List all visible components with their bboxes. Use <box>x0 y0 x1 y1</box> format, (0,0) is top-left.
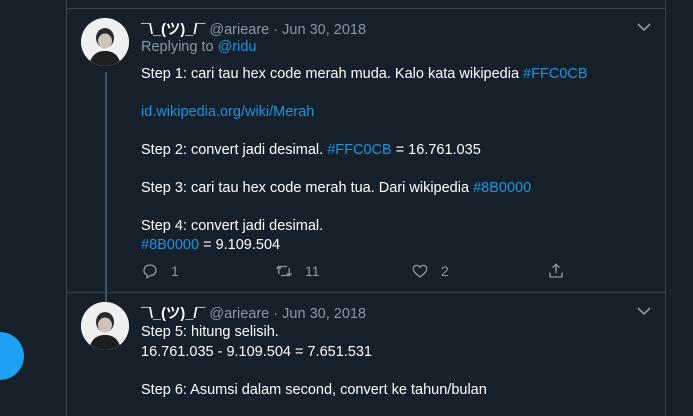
tweet-actions: 1 11 2 <box>141 262 563 282</box>
avatar[interactable] <box>81 302 129 350</box>
tweet-text-line: id.wikipedia.org/wiki/Merah <box>141 104 314 120</box>
tweet-header: ¯\_(ツ)_/¯ @arieare · Jun 30, 2018 <box>141 18 366 39</box>
like-button[interactable]: 2 <box>411 262 449 280</box>
divider <box>67 8 665 9</box>
avatar[interactable] <box>81 18 129 66</box>
hashtag-link[interactable]: #FFC0CB <box>523 66 587 82</box>
text: Step 1: cari tau hex code merah muda. Ka… <box>141 66 520 82</box>
tweet-text-line: Step 6: Asumsi dalam second, convert ke … <box>141 382 487 398</box>
tweet[interactable]: ¯\_(ツ)_/¯ @arieare · Jun 30, 2018 Step 5… <box>67 302 665 416</box>
share-icon <box>549 263 563 278</box>
tweet[interactable]: ¯\_(ツ)_/¯ @arieare · Jun 30, 2018 Replyi… <box>67 18 665 292</box>
handle[interactable]: @arieare <box>209 306 269 322</box>
like-icon <box>412 264 428 278</box>
url-link[interactable]: id.wikipedia.org/wiki/Merah <box>141 104 314 120</box>
display-name[interactable]: ¯\_(ツ)_/¯ <box>141 22 205 38</box>
retweet-count: 11 <box>305 263 320 279</box>
separator: · <box>273 22 279 38</box>
left-gutter <box>0 0 66 416</box>
divider <box>67 292 665 293</box>
tweet-header: ¯\_(ツ)_/¯ @arieare · Jun 30, 2018 <box>141 302 366 323</box>
display-name[interactable]: ¯\_(ツ)_/¯ <box>141 306 205 322</box>
text: = 9.109.504 <box>203 237 281 253</box>
tweet-text-line: #8B0000 = 9.109.504 <box>141 237 280 253</box>
timeline: ¯\_(ツ)_/¯ @arieare · Jun 30, 2018 Replyi… <box>66 0 666 416</box>
compose-fab[interactable] <box>0 332 24 380</box>
retweet-button[interactable]: 11 <box>275 262 320 280</box>
handle[interactable]: @arieare <box>209 22 269 38</box>
tweet-text-line: Step 2: convert jadi desimal. #FFC0CB = … <box>141 142 481 158</box>
hashtag-link[interactable]: #FFC0CB <box>327 142 391 158</box>
timestamp[interactable]: Jun 30, 2018 <box>282 306 366 322</box>
retweet-icon <box>276 265 292 277</box>
text: Step 2: convert jadi desimal. <box>141 142 324 158</box>
separator: · <box>273 306 279 322</box>
chevron-down-icon[interactable] <box>637 304 651 319</box>
hashtag-link[interactable]: #8B0000 <box>141 237 199 253</box>
replying-to-label: Replying to <box>141 39 214 55</box>
replying-to: Replying to @ridu <box>141 39 256 55</box>
like-count: 2 <box>441 263 449 279</box>
hashtag-link[interactable]: #8B0000 <box>473 180 531 196</box>
tweet-text-line: Step 3: cari tau hex code merah tua. Dar… <box>141 180 531 196</box>
tweet-text-line: Step 5: hitung selisih. <box>141 324 279 340</box>
replying-to-handle[interactable]: @ridu <box>218 39 257 55</box>
timestamp[interactable]: Jun 30, 2018 <box>282 22 366 38</box>
tweet-text-line: Step 4: convert jadi desimal. <box>141 218 323 234</box>
text: Step 3: cari tau hex code merah tua. Dar… <box>141 180 470 196</box>
avatar-photo-icon <box>81 18 129 66</box>
share-button[interactable] <box>547 262 577 280</box>
text: Step 4: convert jadi desimal. <box>141 218 324 234</box>
reply-button[interactable]: 1 <box>141 262 179 280</box>
chevron-down-icon[interactable] <box>637 20 651 35</box>
avatar-photo-icon <box>81 302 129 350</box>
reply-count: 1 <box>171 263 179 279</box>
tweet-text-line: Step 1: cari tau hex code merah muda. Ka… <box>141 66 588 82</box>
reply-icon <box>143 264 157 280</box>
tweet-text-line: 16.761.035 - 9.109.504 = 7.651.531 <box>141 344 372 360</box>
text: = 16.761.035 <box>395 142 481 158</box>
